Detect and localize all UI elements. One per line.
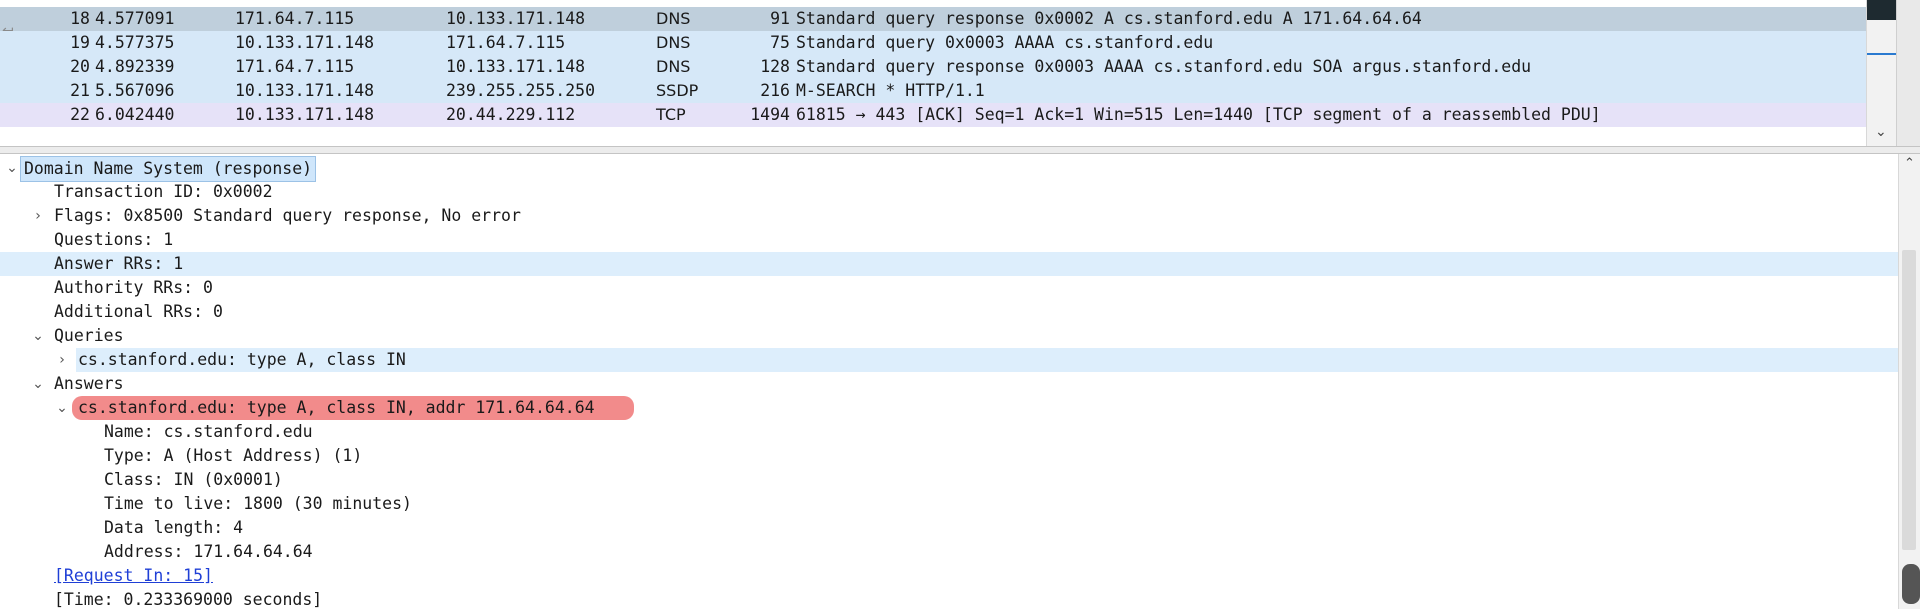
packet-source: 171.64.7.115 <box>235 57 355 76</box>
packet-info: Standard query response 0x0003 AAAA cs.s… <box>796 57 1532 76</box>
scroll-down-icon[interactable]: ⌄ <box>1875 124 1887 140</box>
packet-destination: 239.255.255.250 <box>446 81 596 100</box>
packet-destination: 10.133.171.148 <box>446 57 586 76</box>
tree-label: Name: cs.stanford.edu <box>104 422 313 441</box>
packet-length: 128 <box>760 57 790 76</box>
packet-no: 22 <box>70 105 90 124</box>
tree-label: Domain Name System (response) <box>20 156 317 182</box>
selected-packet-marker <box>1867 53 1897 55</box>
packet-no: 18 <box>70 9 90 28</box>
packet-info: Standard query response 0x0002 A cs.stan… <box>796 9 1422 28</box>
tree-node-answer-type[interactable]: Type: A (Host Address) (1) <box>0 444 1898 468</box>
tree-node-transaction-id[interactable]: Transaction ID: 0x0002 <box>0 180 1898 204</box>
tree-node-request-in[interactable]: [Request In: 15] <box>0 564 1898 588</box>
packet-length: 75 <box>770 33 790 52</box>
packet-protocol: TCP <box>656 105 686 124</box>
packet-no: 20 <box>70 57 90 76</box>
tree-label: [Time: 0.233369000 seconds] <box>54 590 323 609</box>
tree-node-answer-ttl[interactable]: Time to live: 1800 (30 minutes) <box>0 492 1898 516</box>
details-scrollbar[interactable]: ⌃ <box>1898 154 1920 609</box>
tree-node-answer-rrs[interactable]: Answer RRs: 1 <box>0 252 1898 276</box>
tree-node-answer-item[interactable]: ⌄ cs.stanford.edu: type A, class IN, add… <box>0 396 1898 420</box>
tree-node-answer-class[interactable]: Class: IN (0x0001) <box>0 468 1898 492</box>
packet-list: ↤ 18 4.577091 171.64.7.115 10.133.171.14… <box>0 0 1920 146</box>
tree-label: cs.stanford.edu: type A, class IN <box>76 348 1898 372</box>
packet-row-18[interactable]: ↤ 18 4.577091 171.64.7.115 10.133.171.14… <box>0 7 1866 39</box>
packet-time: 4.577091 <box>95 9 175 28</box>
tree-node-dns[interactable]: ⌄ Domain Name System (response) <box>0 156 1898 182</box>
packet-source: 171.64.7.115 <box>235 9 355 28</box>
tree-label: Queries <box>54 326 124 345</box>
tree-label: Flags: 0x8500 Standard query response, N… <box>54 206 521 225</box>
tree-label: Additional RRs: 0 <box>54 302 223 321</box>
packet-protocol: DNS <box>656 57 691 76</box>
tree-label: Answer RRs: 1 <box>54 254 184 273</box>
tree-label: Address: 171.64.64.64 <box>104 542 313 561</box>
packet-length: 1494 <box>750 105 790 124</box>
packet-length: 216 <box>760 81 790 100</box>
tree-node-questions[interactable]: Questions: 1 <box>0 228 1898 252</box>
packet-info: M-SEARCH * HTTP/1.1 <box>796 81 985 100</box>
packet-no: 21 <box>70 81 90 100</box>
packet-info: Standard query 0x0003 AAAA cs.stanford.e… <box>796 33 1214 52</box>
tree-label: Questions: 1 <box>54 230 174 249</box>
tree-label: Answers <box>54 374 124 393</box>
packet-row-22[interactable]: 22 6.042440 10.133.171.148 20.44.229.112… <box>0 103 1866 127</box>
packet-time: 4.577375 <box>95 33 175 52</box>
expert-highlighted-label: cs.stanford.edu: type A, class IN, addr … <box>72 396 634 420</box>
packet-destination: 171.64.7.115 <box>446 33 566 52</box>
packet-length: 91 <box>770 9 790 28</box>
packet-row-19[interactable]: 19 4.577375 10.133.171.148 171.64.7.115 … <box>0 31 1866 55</box>
packet-protocol: DNS <box>656 9 691 28</box>
tree-node-query-item[interactable]: › cs.stanford.edu: type A, class IN <box>0 348 1898 372</box>
tree-label: Transaction ID: 0x0002 <box>54 182 273 201</box>
packet-source: 10.133.171.148 <box>235 33 375 52</box>
scroll-up-icon[interactable]: ⌃ <box>1904 156 1915 171</box>
tree-node-additional-rrs[interactable]: Additional RRs: 0 <box>0 300 1898 324</box>
packet-list-scrollbar[interactable]: ⌄ <box>1866 0 1897 146</box>
request-in-link[interactable]: [Request In: 15] <box>54 564 213 588</box>
tree-node-answer-address[interactable]: Address: 171.64.64.64 <box>0 540 1898 564</box>
tree-node-authority-rrs[interactable]: Authority RRs: 0 <box>0 276 1898 300</box>
packet-source: 10.133.171.148 <box>235 81 375 100</box>
tree-node-answers[interactable]: ⌄ Answers <box>0 372 1898 396</box>
packet-row-21[interactable]: 21 5.567096 10.133.171.148 239.255.255.2… <box>0 79 1866 103</box>
details-scroll-grip[interactable] <box>1902 564 1920 604</box>
packet-list-minimap[interactable] <box>1896 0 1920 146</box>
details-scroll-thumb[interactable] <box>1902 250 1916 550</box>
packet-info: 61815 → 443 [ACK] Seq=1 Ack=1 Win=515 Le… <box>796 105 1601 124</box>
tree-label: Type: A (Host Address) (1) <box>104 446 363 465</box>
collapsed-chevron-icon[interactable]: › <box>30 204 46 228</box>
tree-label: Data length: 4 <box>104 518 244 537</box>
packet-protocol: SSDP <box>656 81 699 100</box>
packet-no: 19 <box>70 33 90 52</box>
expanded-chevron-icon[interactable]: ⌄ <box>4 156 20 180</box>
packet-time: 6.042440 <box>95 105 175 124</box>
packet-protocol: DNS <box>656 33 691 52</box>
tree-node-queries[interactable]: ⌄ Queries <box>0 324 1898 348</box>
packet-row-20[interactable]: 20 4.892339 171.64.7.115 10.133.171.148 … <box>0 55 1866 79</box>
expanded-chevron-icon[interactable]: ⌄ <box>30 372 46 396</box>
packet-list-scroll-thumb[interactable] <box>1867 0 1897 20</box>
tree-label: Class: IN (0x0001) <box>104 470 283 489</box>
tree-node-answer-data-length[interactable]: Data length: 4 <box>0 516 1898 540</box>
packet-details-tree: ⌄ Domain Name System (response) Transact… <box>0 154 1898 609</box>
packet-source: 10.133.171.148 <box>235 105 375 124</box>
tree-node-flags[interactable]: › Flags: 0x8500 Standard query response,… <box>0 204 1898 228</box>
pane-splitter[interactable] <box>0 146 1920 154</box>
tree-label: Authority RRs: 0 <box>54 278 213 297</box>
tree-node-time[interactable]: [Time: 0.233369000 seconds] <box>0 588 1898 609</box>
packet-time: 5.567096 <box>95 81 175 100</box>
tree-label: Time to live: 1800 (30 minutes) <box>104 494 412 513</box>
packet-destination: 20.44.229.112 <box>446 105 576 124</box>
collapsed-chevron-icon[interactable]: › <box>54 348 70 372</box>
packet-destination: 10.133.171.148 <box>446 9 586 28</box>
expanded-chevron-icon[interactable]: ⌄ <box>30 324 46 348</box>
tree-node-answer-name[interactable]: Name: cs.stanford.edu <box>0 420 1898 444</box>
packet-time: 4.892339 <box>95 57 175 76</box>
expanded-chevron-icon[interactable]: ⌄ <box>54 396 70 420</box>
